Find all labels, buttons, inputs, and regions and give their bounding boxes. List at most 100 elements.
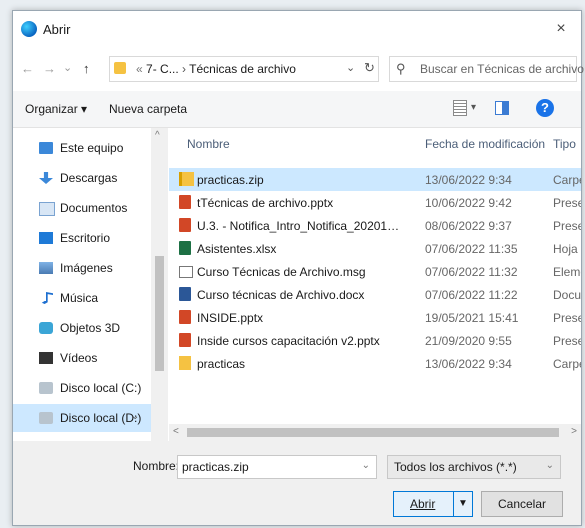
address-bar[interactable]: « 7- C... › Técnicas de archivo ⌄ ↻ — [109, 56, 379, 82]
file-type-filter[interactable]: Todos los archivos (*.*) ⌄ — [387, 455, 561, 479]
sidebar-item-este-equipo[interactable]: Este equipo — [13, 134, 151, 162]
file-date: 19/05/2021 15:41 — [425, 311, 519, 325]
file-name: U.3. - Notifica_Intro_Notifica_20201013.… — [197, 219, 405, 233]
forward-button[interactable]: → — [43, 61, 56, 76]
breadcrumb-overflow[interactable]: « — [136, 62, 143, 76]
file-type: Presen — [553, 219, 581, 233]
file-row[interactable]: Asistentes.xlsx 07/06/2022 11:35 Hoja c — [169, 237, 581, 260]
file-name: practicas.zip — [197, 173, 264, 187]
sidebar-item-objetos-3d[interactable]: Objetos 3D — [13, 314, 151, 342]
file-row-practicas-zip[interactable]: practicas.zip 13/06/2022 9:34 Carpet — [169, 168, 581, 191]
help-button[interactable]: ? — [536, 99, 554, 117]
navigation-pane: Este equipo Descargas Documentos Escrito… — [13, 128, 169, 441]
filename-input[interactable]: practicas.zip ⌄ — [177, 455, 377, 479]
file-date: 13/06/2022 9:34 — [425, 173, 512, 187]
breadcrumb: « 7- C... › Técnicas de archivo — [136, 62, 296, 76]
sidebar-item-documentos[interactable]: Documentos — [13, 194, 151, 222]
chevron-down-icon[interactable]: ⌄ — [131, 411, 139, 422]
file-row[interactable]: practicas 13/06/2022 9:34 Carpet — [169, 352, 581, 375]
sidebar-item-descargas[interactable]: Descargas — [13, 164, 151, 192]
file-date: 21/09/2020 9:55 — [425, 334, 512, 348]
objects-3d-icon — [39, 322, 53, 334]
videos-icon — [39, 352, 53, 364]
scrollbar-thumb[interactable] — [155, 256, 164, 371]
download-icon — [39, 172, 53, 184]
file-type: Docun — [553, 288, 581, 302]
open-options-dropdown[interactable]: ▼ — [453, 492, 472, 516]
edge-icon — [21, 21, 37, 37]
window-title: Abrir — [43, 22, 71, 37]
sidebar-item-label: Música — [60, 291, 99, 305]
chevron-down-icon[interactable]: ⌄ — [362, 460, 370, 471]
scrollbar-thumb[interactable] — [187, 428, 559, 437]
open-button-label: Abrir — [410, 497, 436, 511]
column-header-date[interactable]: Fecha de modificación — [425, 137, 545, 151]
recent-locations-button[interactable]: ⌄ — [63, 61, 72, 74]
organize-button[interactable]: Organizar ▾ — [25, 102, 87, 116]
cancel-button[interactable]: Cancelar — [481, 491, 563, 517]
refresh-button[interactable]: ↻ — [364, 60, 375, 76]
view-dropdown-icon[interactable]: ▾ — [471, 102, 476, 113]
search-box[interactable]: ⚲ Buscar en Técnicas de archivo — [389, 56, 584, 82]
scroll-left-icon[interactable]: < — [173, 426, 179, 437]
pptx-icon — [179, 310, 191, 324]
file-date: 10/06/2022 9:42 — [425, 196, 512, 210]
file-name: tTécnicas de archivo.pptx — [197, 196, 334, 210]
filename-value: practicas.zip — [182, 460, 249, 474]
file-name: Asistentes.xlsx — [197, 242, 277, 256]
folder-icon — [114, 62, 126, 74]
file-type: Hoja c — [553, 242, 581, 256]
sidebar-item-imagenes[interactable]: Imágenes — [13, 254, 151, 282]
open-dialog: Abrir × ← → ⌄ ↑ « 7- C... › Técnicas de … — [12, 10, 584, 526]
documents-icon — [39, 202, 55, 216]
sidebar-item-label: Este equipo — [60, 141, 124, 155]
file-type: Carpet — [553, 357, 581, 371]
file-name: Curso técnicas de Archivo.docx — [197, 288, 365, 302]
computer-icon — [39, 142, 53, 154]
scroll-up-icon[interactable]: ^ — [155, 130, 160, 141]
close-button[interactable]: × — [547, 16, 575, 42]
file-name: Inside cursos capacitación v2.pptx — [197, 334, 380, 348]
file-row[interactable]: U.3. - Notifica_Intro_Notifica_20201013.… — [169, 214, 581, 237]
file-row[interactable]: INSIDE.pptx 19/05/2021 15:41 Presen — [169, 306, 581, 329]
breadcrumb-separator[interactable]: › — [182, 62, 186, 76]
pptx-icon — [179, 218, 191, 232]
file-row[interactable]: Curso técnicas de Archivo.docx 07/06/202… — [169, 283, 581, 306]
file-type: Carpet — [553, 173, 581, 187]
new-folder-button[interactable]: Nueva carpeta — [109, 102, 187, 116]
scroll-right-icon[interactable]: > — [571, 426, 577, 437]
sidebar-item-musica[interactable]: Música — [13, 284, 151, 312]
dialog-footer: Nombre: practicas.zip ⌄ Todos los archiv… — [13, 441, 581, 525]
back-button[interactable]: ← — [21, 61, 34, 76]
sidebar-item-disco-d[interactable]: Disco local (D:) ⌄ — [13, 404, 151, 432]
preview-pane-icon[interactable] — [495, 101, 509, 115]
toolbar: Organizar ▾ Nueva carpeta ▾ ? — [13, 91, 581, 128]
open-button[interactable]: Abrir ▼ — [393, 491, 473, 517]
sidebar-item-label: Imágenes — [60, 261, 113, 275]
sidebar-item-label: Escritorio — [60, 231, 111, 245]
pictures-icon — [39, 262, 53, 274]
sidebar-item-escritorio[interactable]: Escritorio — [13, 224, 151, 252]
file-date: 07/06/2022 11:22 — [425, 288, 518, 302]
search-icon: ⚲ — [396, 61, 406, 76]
chevron-down-icon[interactable]: ⌄ — [346, 61, 355, 74]
file-row[interactable]: Inside cursos capacitación v2.pptx 21/09… — [169, 329, 581, 352]
column-header-name[interactable]: Nombre — [187, 137, 230, 151]
file-list-horizontal-scrollbar[interactable]: < > — [169, 424, 581, 441]
sidebar-item-videos[interactable]: Vídeos — [13, 344, 151, 372]
file-row[interactable]: tTécnicas de archivo.pptx 10/06/2022 9:4… — [169, 191, 581, 214]
breadcrumb-current[interactable]: Técnicas de archivo — [189, 62, 296, 76]
sidebar-item-label: Vídeos — [60, 351, 98, 365]
filter-value: Todos los archivos (*.*) — [394, 460, 517, 474]
column-header-type[interactable]: Tipo — [553, 137, 576, 151]
breadcrumb-parent[interactable]: 7- C... — [146, 62, 179, 76]
filename-label: Nombre: — [133, 459, 180, 473]
view-options-icon[interactable] — [453, 100, 467, 116]
chevron-down-icon[interactable]: ⌄ — [546, 460, 554, 471]
file-name: Curso Técnicas de Archivo.msg — [197, 265, 366, 279]
up-button[interactable]: ↑ — [83, 61, 90, 76]
sidebar-item-disco-c[interactable]: Disco local (C:) — [13, 374, 151, 402]
file-row[interactable]: Curso Técnicas de Archivo.msg 07/06/2022… — [169, 260, 581, 283]
sidebar-scrollbar[interactable]: ^ — [151, 128, 168, 441]
file-name: practicas — [197, 357, 246, 371]
